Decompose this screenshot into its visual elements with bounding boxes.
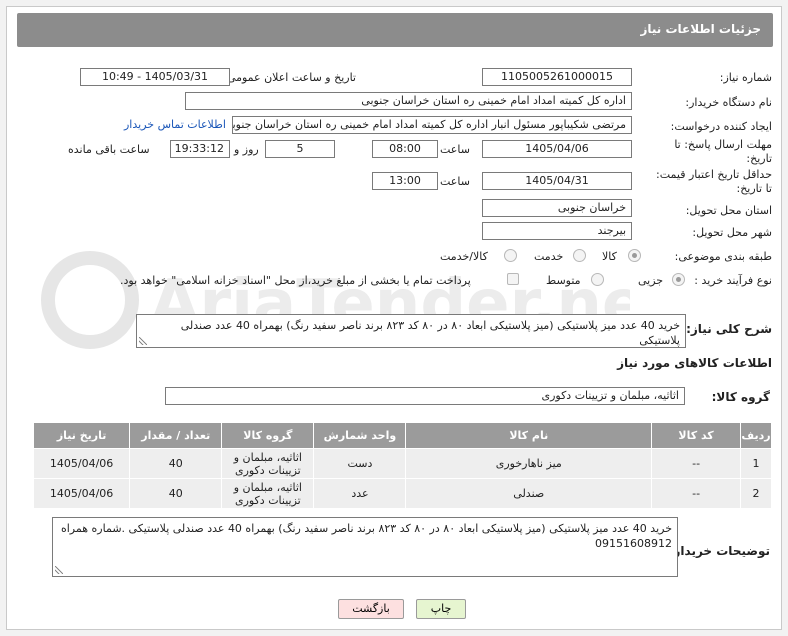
deadline-time-word: ساعت — [440, 143, 470, 156]
panel-title: جزئیات اطلاعات نیاز — [640, 22, 761, 36]
col-unit: واحد شمارش — [313, 422, 407, 449]
panel-header: جزئیات اطلاعات نیاز — [17, 13, 773, 47]
summary-label: شرح کلی نیاز: — [686, 322, 772, 336]
resize-grip[interactable] — [55, 566, 63, 574]
category-option-goods: کالا — [602, 250, 617, 263]
creator-label: ایجاد کننده درخواست: — [670, 120, 772, 133]
category-option-service: خدمت — [534, 250, 564, 263]
cell-need-date: 1405/04/06 — [32, 448, 131, 479]
deadline-label-line2: تاریخ: — [746, 152, 772, 165]
cell-name: میز ناهارخوری — [405, 448, 653, 479]
table-row: 1 -- میز ناهارخوری دست اثاثیه، مبلمان و … — [32, 448, 772, 479]
buyer-org-field: اداره کل کمیته امداد امام خمینی ره استان… — [185, 92, 632, 110]
treasury-payment-note: پرداخت تمام یا بخشی از مبلغ خرید،از محل … — [120, 274, 471, 287]
validity-label-line1: حداقل تاریخ اعتبار قیمت: — [656, 168, 772, 181]
process-label: نوع فرآیند خرید : — [694, 274, 772, 287]
cell-unit: دست — [313, 448, 407, 479]
process-radio-medium[interactable] — [591, 273, 604, 286]
validity-date-field: 1405/04/31 — [482, 172, 632, 190]
category-label: طبقه بندی موضوعی: — [674, 250, 772, 263]
city-label: شهر محل تحویل: — [692, 226, 772, 239]
province-field: خراسان جنوبی — [482, 199, 632, 217]
treasury-payment-checkbox[interactable] — [507, 273, 519, 285]
need-number-field: 1105005261000015 — [482, 68, 632, 86]
process-radio-minor[interactable] — [672, 273, 685, 286]
announce-datetime-field: 1405/03/31 - 10:49 — [80, 68, 230, 86]
buyer-contact-link[interactable]: اطلاعات تماس خریدار — [124, 118, 226, 131]
validity-time-field: 13:00 — [372, 172, 438, 190]
col-quantity: تعداد / مقدار — [129, 422, 223, 449]
goods-table-header: ردیف کد کالا نام کالا واحد شمارش گروه کا… — [32, 422, 772, 449]
process-option-medium: متوسط — [546, 274, 581, 287]
cell-group: اثاثیه، مبلمان و تزیینات دکوری — [221, 478, 315, 509]
deadline-date-field: 1405/04/06 — [482, 140, 632, 158]
category-radio-service[interactable] — [573, 249, 586, 262]
buyer-notes-label: توضیحات خریدار: — [668, 544, 770, 558]
remaining-time-field: 19:33:12 — [170, 140, 230, 158]
remaining-label: ساعت باقی مانده — [68, 143, 150, 156]
category-radio-goods-service[interactable] — [504, 249, 517, 262]
cell-name: صندلی — [405, 478, 653, 509]
need-number-label: شماره نیاز: — [719, 71, 772, 84]
cell-code: -- — [651, 478, 742, 509]
cell-row: 1 — [740, 448, 772, 479]
cell-code: -- — [651, 448, 742, 479]
cell-group: اثاثیه، مبلمان و تزیینات دکوری — [221, 448, 315, 479]
table-row: 2 -- صندلی عدد اثاثیه، مبلمان و تزیینات … — [32, 478, 772, 509]
summary-textarea: خرید 40 عدد میز پلاستیکی (میز پلاستیکی ا… — [136, 314, 686, 348]
goods-group-label: گروه کالا: — [711, 390, 770, 404]
goods-info-title: اطلاعات کالاهای مورد نیاز — [617, 356, 772, 370]
col-group: گروه کالا — [221, 422, 315, 449]
goods-table: ردیف کد کالا نام کالا واحد شمارش گروه کا… — [32, 422, 772, 509]
summary-text: خرید 40 عدد میز پلاستیکی (میز پلاستیکی ا… — [180, 319, 680, 347]
print-button[interactable]: چاپ — [416, 599, 466, 619]
validity-label-line2: تا تاریخ: — [736, 182, 772, 195]
deadline-label-line1: مهلت ارسال پاسخ: تا — [674, 138, 772, 151]
col-need-date: تاریخ نیاز — [32, 422, 131, 449]
col-name: نام کالا — [405, 422, 653, 449]
cell-unit: عدد — [313, 478, 407, 509]
cell-row: 2 — [740, 478, 772, 509]
category-option-goods-service: کالا/خدمت — [440, 250, 488, 263]
cell-quantity: 40 — [129, 448, 223, 479]
category-radio-goods[interactable] — [628, 249, 641, 262]
resize-grip[interactable] — [139, 337, 147, 345]
announce-label: تاریخ و ساعت اعلان عمومی: — [223, 71, 356, 84]
buyer-org-label: نام دستگاه خریدار: — [685, 96, 772, 109]
col-code: کد کالا — [651, 422, 742, 449]
province-label: استان محل تحویل: — [685, 204, 772, 217]
city-field: بیرجند — [482, 222, 632, 240]
remaining-days-field: 5 — [265, 140, 335, 158]
creator-field: مرتضی شکیباپور مسئول انبار اداره کل کمیت… — [232, 116, 632, 134]
col-row: ردیف — [740, 422, 772, 449]
cell-quantity: 40 — [129, 478, 223, 509]
goods-group-field: اثاثیه، مبلمان و تزیینات دکوری — [165, 387, 685, 405]
process-option-minor: جزیی — [638, 274, 664, 287]
buyer-notes-text: خرید 40 عدد میز پلاستیکی (میز پلاستیکی ا… — [60, 522, 672, 550]
validity-time-word: ساعت — [440, 175, 470, 188]
cell-need-date: 1405/04/06 — [32, 478, 131, 509]
buyer-notes-textarea: خرید 40 عدد میز پلاستیکی (میز پلاستیکی ا… — [52, 517, 678, 577]
deadline-time-field: 08:00 — [372, 140, 438, 158]
back-button[interactable]: بازگشت — [338, 599, 404, 619]
day-and-label: روز و — [234, 143, 259, 156]
